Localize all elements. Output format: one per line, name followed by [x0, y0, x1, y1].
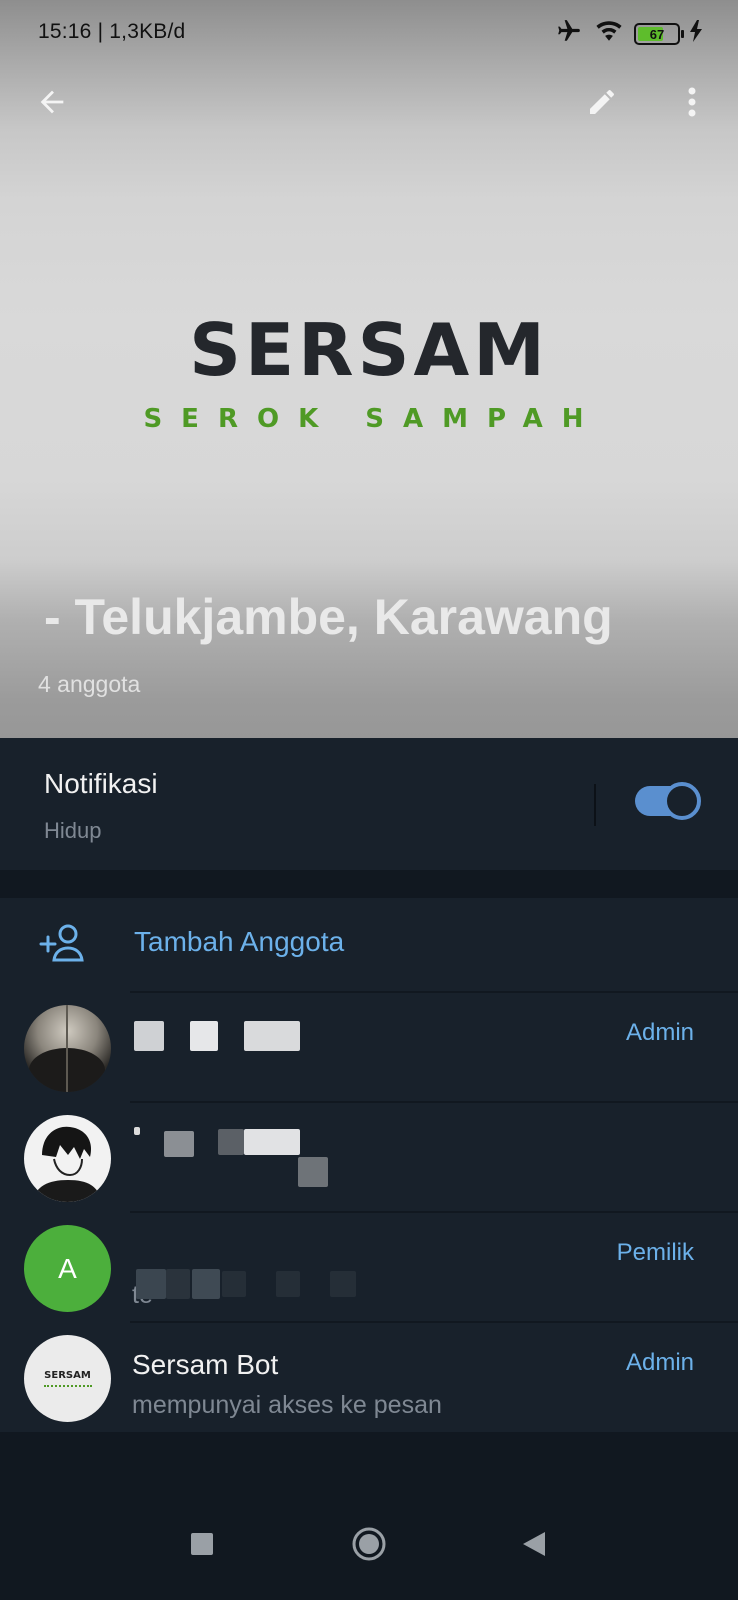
edit-button[interactable]	[578, 80, 626, 128]
airplane-icon	[554, 18, 584, 50]
more-vertical-icon	[687, 86, 697, 123]
divider	[130, 1101, 738, 1103]
redacted-name	[134, 1127, 140, 1135]
avatar	[24, 1005, 111, 1092]
avatar-letter: A	[58, 1252, 77, 1284]
member-count: 4 anggota	[38, 671, 141, 697]
add-member-label: Tambah Anggota	[134, 926, 345, 957]
group-name: - Telukjambe, Karawang	[44, 589, 613, 645]
redacted-name	[134, 1021, 164, 1051]
back-arrow-icon	[35, 85, 69, 124]
section-gap	[0, 870, 738, 898]
notifications-title: Notifikasi	[44, 768, 158, 799]
notifications-row[interactable]: Notifikasi Hidup	[0, 738, 738, 870]
wifi-icon	[594, 18, 624, 50]
logo-title: SERSAM	[189, 308, 549, 392]
divider	[594, 784, 596, 826]
home-circle-icon	[351, 1526, 387, 1567]
redacted-name	[190, 1021, 218, 1051]
redacted-name	[218, 1129, 244, 1155]
avatar-logo-text: SERSAM	[44, 1370, 91, 1381]
member-role: Admin	[625, 1019, 694, 1046]
recents-button[interactable]	[178, 1522, 226, 1570]
battery-icon: 67	[634, 23, 684, 45]
group-cover: 15:16 | 1,3KB/d 67 SERSAM SEROK SAMPAH -…	[0, 0, 738, 738]
redacted-subtitle	[276, 1271, 300, 1297]
status-bar: 15:16 | 1,3KB/d 67	[0, 0, 738, 64]
home-button[interactable]	[345, 1522, 393, 1570]
redacted-subtitle	[298, 1157, 328, 1187]
redacted-name	[244, 1129, 300, 1155]
divider	[130, 1321, 738, 1323]
redacted-name	[244, 1021, 300, 1051]
status-time-speed: 15:16 | 1,3KB/d	[38, 20, 186, 43]
member-row[interactable]	[0, 1101, 738, 1211]
charging-icon	[690, 20, 702, 48]
member-row[interactable]: Admin	[0, 991, 738, 1101]
back-triangle-icon	[523, 1531, 545, 1561]
more-options-button[interactable]	[668, 80, 716, 128]
member-role: Pemilik	[616, 1239, 694, 1266]
nav-back-button[interactable]	[510, 1522, 558, 1570]
avatar	[24, 1115, 111, 1202]
pencil-icon	[586, 86, 618, 123]
battery-level: 67	[649, 26, 665, 42]
redacted-subtitle	[166, 1269, 190, 1299]
divider	[130, 1211, 738, 1213]
member-row[interactable]: SERSAM Sersam Bot mempunyai akses ke pes…	[0, 1321, 738, 1431]
notifications-status: Hidup	[44, 818, 102, 843]
add-person-icon	[38, 922, 86, 969]
avatar-logo-underline	[43, 1385, 92, 1387]
divider	[130, 991, 738, 993]
notifications-toggle[interactable]	[635, 782, 701, 820]
toggle-knob	[663, 782, 701, 820]
recents-square-icon	[191, 1532, 213, 1560]
redacted-subtitle	[136, 1269, 166, 1299]
status-icons: 67	[554, 18, 702, 50]
member-row[interactable]: A te Pemilik	[0, 1211, 738, 1321]
member-role: Admin	[625, 1349, 694, 1376]
redacted-subtitle	[222, 1271, 246, 1297]
system-nav-bar	[0, 1500, 738, 1600]
member-subtitle: mempunyai akses ke pesan	[132, 1391, 442, 1419]
avatar: SERSAM	[24, 1335, 111, 1422]
redacted-name	[164, 1131, 194, 1157]
logo-subtitle: SEROK SAMPAH	[143, 404, 603, 434]
add-member-button[interactable]: Tambah Anggota	[0, 898, 738, 991]
redacted-subtitle	[330, 1271, 356, 1297]
avatar: A	[24, 1225, 111, 1312]
members-section: Tambah Anggota Admin A Pemilik SERSAM Se…	[0, 898, 738, 1432]
member-name: Sersam Bot	[132, 1349, 279, 1380]
redacted-subtitle	[192, 1269, 220, 1299]
back-button[interactable]	[28, 80, 76, 128]
